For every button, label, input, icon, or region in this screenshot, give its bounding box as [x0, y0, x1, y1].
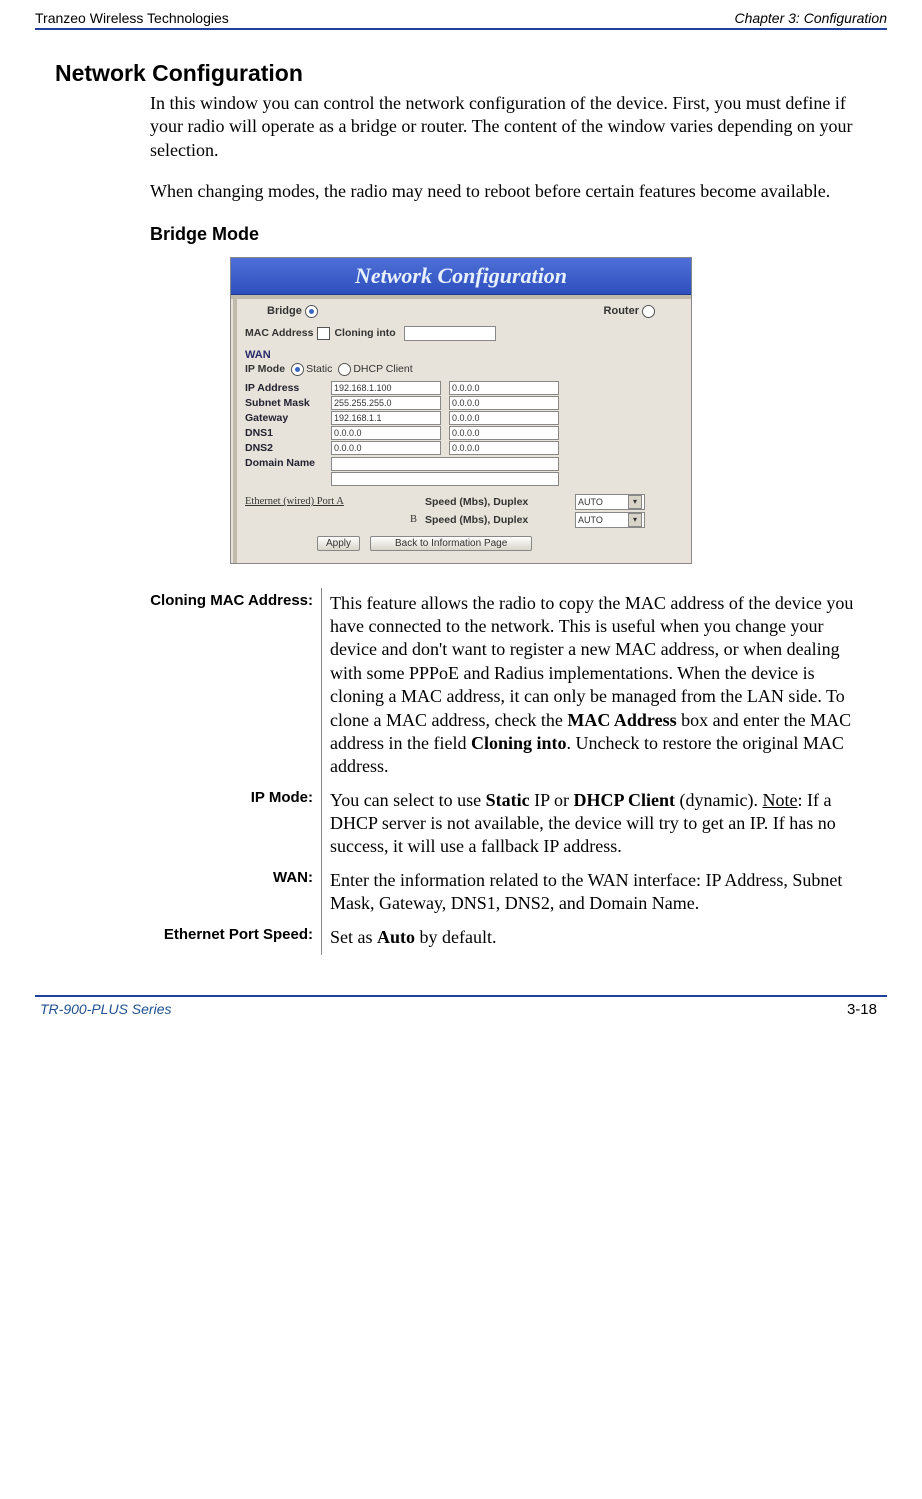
- header-left: Tranzeo Wireless Technologies: [35, 10, 229, 26]
- apply-button[interactable]: Apply: [317, 536, 360, 551]
- radio-icon: [305, 305, 318, 318]
- bridge-radio-option[interactable]: Bridge: [267, 305, 318, 318]
- domain-name-label: Domain Name: [245, 457, 331, 471]
- header-rule: [35, 28, 887, 30]
- speed-label-b: Speed (Mbs), Duplex: [425, 514, 575, 526]
- def-value-eth: Set as Auto by default.: [322, 922, 868, 955]
- static-radio[interactable]: [291, 363, 304, 376]
- router-radio-option[interactable]: Router: [604, 305, 655, 318]
- dns2-input-2[interactable]: 0.0.0.0: [449, 441, 559, 455]
- def-value-wan: Enter the information related to the WAN…: [322, 865, 868, 922]
- footer-left: TR-900-PLUS Series: [40, 1001, 172, 1018]
- ip-address-input-2[interactable]: 0.0.0.0: [449, 381, 559, 395]
- bridge-label: Bridge: [267, 305, 302, 317]
- gateway-input-2[interactable]: 0.0.0.0: [449, 411, 559, 425]
- decorative-leftbar: [233, 295, 237, 563]
- domain-name-input-2[interactable]: [331, 472, 559, 486]
- def-value-cloning: This feature allows the radio to copy th…: [322, 588, 868, 785]
- decorative-topbar: [231, 295, 691, 299]
- ip-address-input-1[interactable]: 192.168.1.100: [331, 381, 441, 395]
- static-label: Static: [306, 363, 332, 375]
- header-right: Chapter 3: Configuration: [734, 10, 887, 26]
- def-label-wan: WAN:: [55, 865, 322, 922]
- back-to-info-button[interactable]: Back to Information Page: [370, 536, 532, 551]
- dns1-input-2[interactable]: 0.0.0.0: [449, 426, 559, 440]
- radio-icon: [642, 305, 655, 318]
- mac-address-checkbox[interactable]: [317, 327, 330, 340]
- ethernet-port-b-label: B: [245, 514, 425, 525]
- port-b-speed-select[interactable]: AUTO ▾: [575, 512, 645, 528]
- dns2-input-1[interactable]: 0.0.0.0: [331, 441, 441, 455]
- def-label-cloning: Cloning MAC Address:: [55, 588, 322, 785]
- ip-address-label: IP Address: [245, 382, 331, 394]
- gateway-input-1[interactable]: 192.168.1.1: [331, 411, 441, 425]
- cloning-into-label: Cloning into: [334, 327, 395, 339]
- def-label-ipmode: IP Mode:: [55, 785, 322, 865]
- chevron-down-icon: ▾: [628, 513, 642, 527]
- dns1-label: DNS1: [245, 427, 331, 439]
- speed-label-a: Speed (Mbs), Duplex: [425, 496, 575, 508]
- port-a-speed-select[interactable]: AUTO ▾: [575, 494, 645, 510]
- subnet-mask-label: Subnet Mask: [245, 397, 331, 409]
- dns2-label: DNS2: [245, 442, 331, 454]
- network-config-screenshot: Network Configuration Bridge Router MAC …: [230, 257, 692, 564]
- cloning-into-input[interactable]: [404, 326, 496, 341]
- def-label-eth: Ethernet Port Speed:: [55, 922, 322, 955]
- intro-para-1: In this window you can control the netwo…: [150, 92, 867, 162]
- dhcp-radio[interactable]: [338, 363, 351, 376]
- mac-address-label: MAC Address: [245, 327, 313, 339]
- router-label: Router: [604, 305, 639, 317]
- gateway-label: Gateway: [245, 412, 331, 424]
- port-b-speed-value: AUTO: [578, 515, 603, 525]
- dhcp-client-label: DHCP Client: [353, 363, 412, 375]
- page-number: 3-18: [847, 1001, 877, 1018]
- screenshot-banner: Network Configuration: [231, 258, 691, 295]
- subnet-mask-input-1[interactable]: 255.255.255.0: [331, 396, 441, 410]
- definitions-table: Cloning MAC Address: This feature allows…: [55, 588, 867, 955]
- def-value-ipmode: You can select to use Static IP or DHCP …: [322, 785, 868, 865]
- chevron-down-icon: ▾: [628, 495, 642, 509]
- ethernet-port-a-label: Ethernet (wired) Port A: [245, 496, 425, 507]
- domain-name-input-1[interactable]: [331, 457, 559, 471]
- intro-para-2: When changing modes, the radio may need …: [150, 180, 867, 203]
- port-a-speed-value: AUTO: [578, 497, 603, 507]
- ip-mode-label: IP Mode: [245, 363, 285, 375]
- dns1-input-1[interactable]: 0.0.0.0: [331, 426, 441, 440]
- wan-section-label: WAN: [237, 347, 685, 362]
- section-title: Network Configuration: [55, 60, 867, 87]
- bridge-mode-heading: Bridge Mode: [150, 224, 867, 245]
- subnet-mask-input-2[interactable]: 0.0.0.0: [449, 396, 559, 410]
